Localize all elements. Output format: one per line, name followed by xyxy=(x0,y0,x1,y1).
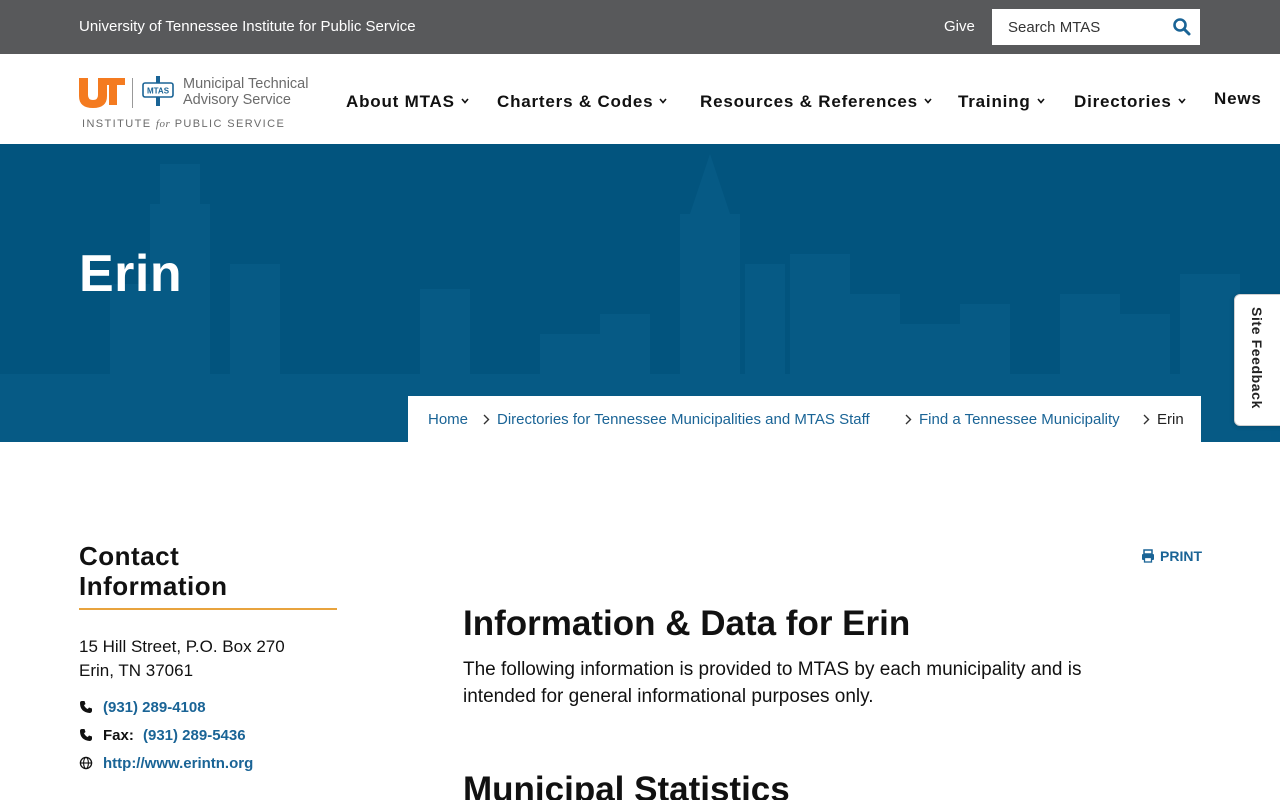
nav-item-label: Charters & Codes xyxy=(497,92,654,111)
nav-resources-references[interactable]: Resources & References xyxy=(700,92,932,112)
search-box xyxy=(992,9,1200,45)
search-icon[interactable] xyxy=(1172,17,1192,37)
municipal-statistics-heading: Municipal Statistics xyxy=(463,770,790,800)
site-feedback-tab[interactable]: Site Feedback xyxy=(1234,294,1280,426)
globe-icon xyxy=(79,756,93,770)
phone-icon xyxy=(80,701,92,713)
website-link[interactable]: http://www.erintn.org xyxy=(103,755,253,772)
ut-logo-mark xyxy=(79,78,125,113)
logo-tagline: INSTITUTE for PUBLIC SERVICE xyxy=(82,118,285,130)
nav-item-label: News xyxy=(1214,89,1262,108)
contact-heading-line2: Information xyxy=(79,571,228,601)
chevron-down-icon xyxy=(1036,98,1045,104)
logo-name-line2: Advisory Service xyxy=(183,92,291,108)
address-line1: 15 Hill Street, P.O. Box 270 xyxy=(79,637,285,656)
nav-directories[interactable]: Directories xyxy=(1074,92,1186,112)
breadcrumb-directories[interactable]: Directories for Tennessee Municipalities… xyxy=(497,411,870,428)
logo-tagline-pre: INSTITUTE xyxy=(82,118,156,130)
contact-heading: Contact Information xyxy=(79,541,228,601)
print-label: PRINT xyxy=(1160,548,1202,564)
contact-heading-line1: Contact xyxy=(79,541,180,571)
search-input[interactable] xyxy=(992,9,1162,45)
chevron-right-icon xyxy=(905,414,912,425)
logo-name: Municipal Technical Advisory Service xyxy=(183,76,308,108)
address: 15 Hill Street, P.O. Box 270 Erin, TN 37… xyxy=(79,635,285,683)
nav-training[interactable]: Training xyxy=(958,92,1045,112)
nav-item-label: Directories xyxy=(1074,92,1172,111)
chevron-right-icon xyxy=(1143,414,1150,425)
address-line2: Erin, TN 37061 xyxy=(79,661,194,680)
nav-news[interactable]: News xyxy=(1214,89,1262,109)
printer-icon xyxy=(1142,549,1154,563)
nav-item-label: Resources & References xyxy=(700,92,918,111)
logo-name-line1: Municipal Technical xyxy=(183,76,309,92)
phone-link[interactable]: (931) 289-4108 xyxy=(103,699,206,716)
page-hero: Erin Home Directories for Tennessee Muni… xyxy=(0,144,1280,442)
utility-bar: University of Tennessee Institute for Pu… xyxy=(0,0,1280,54)
nav-item-label: Training xyxy=(958,92,1031,111)
nav-about-mtas[interactable]: About MTAS xyxy=(346,92,469,112)
info-intro-text: The following information is provided to… xyxy=(463,659,1082,707)
fax-label: Fax: xyxy=(103,727,134,744)
give-link[interactable]: Give xyxy=(944,18,975,35)
chevron-down-icon xyxy=(659,98,668,104)
logo-divider xyxy=(132,78,133,108)
contact-divider xyxy=(79,608,337,610)
breadcrumb-home[interactable]: Home xyxy=(428,411,468,428)
fax-link[interactable]: (931) 289-5436 xyxy=(143,727,246,744)
logo-tagline-for: for xyxy=(155,118,171,130)
institute-name[interactable]: University of Tennessee Institute for Pu… xyxy=(79,18,416,35)
page-title: Erin xyxy=(79,245,183,303)
mtas-badge-icon: MTAS xyxy=(141,76,175,111)
info-heading: Information & Data for Erin xyxy=(463,604,911,643)
nav-item-label: About MTAS xyxy=(346,92,455,111)
site-feedback-label: Site Feedback xyxy=(1249,307,1265,409)
chevron-down-icon xyxy=(1178,98,1186,104)
mtas-logo[interactable]: MTAS Municipal Technical Advisory Servic… xyxy=(79,76,319,132)
breadcrumb-find-municipality[interactable]: Find a Tennessee Municipality xyxy=(919,411,1120,428)
breadcrumb-current: Erin xyxy=(1157,411,1184,428)
chevron-down-icon xyxy=(461,98,469,104)
nav-charters-codes[interactable]: Charters & Codes xyxy=(497,92,668,112)
svg-text:MTAS: MTAS xyxy=(147,87,170,96)
logo-tagline-post: PUBLIC SERVICE xyxy=(170,118,286,130)
site-header: MTAS Municipal Technical Advisory Servic… xyxy=(0,54,1280,144)
chevron-down-icon xyxy=(924,98,932,104)
breadcrumb: Home Directories for Tennessee Municipal… xyxy=(408,396,1201,442)
phone-icon xyxy=(80,729,92,741)
chevron-right-icon xyxy=(483,414,490,425)
